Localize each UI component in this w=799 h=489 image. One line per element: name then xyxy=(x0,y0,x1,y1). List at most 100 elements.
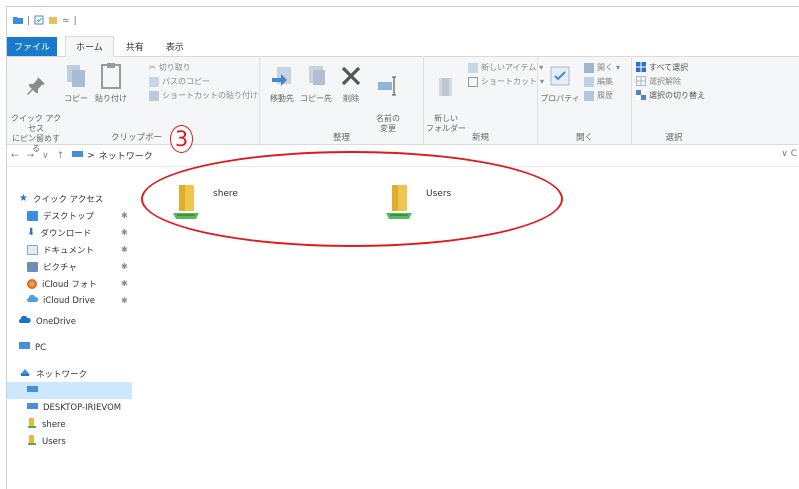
sidebar-item-shere[interactable]: shere xyxy=(7,416,132,433)
properties-qa-icon[interactable] xyxy=(34,15,44,28)
newfolder-qa-icon[interactable] xyxy=(48,15,58,28)
sidebar-item-documents[interactable]: ドキュメント ✱ xyxy=(7,241,132,258)
open-label: 開く xyxy=(597,63,613,72)
clipboard-icon xyxy=(98,61,124,91)
title-separator-2: | xyxy=(73,16,77,26)
delete-button[interactable]: 削除 xyxy=(334,61,368,104)
desktop-icon xyxy=(27,210,38,221)
copy-to-label: コピー先 xyxy=(300,94,332,103)
rename-icon xyxy=(375,71,401,101)
ribbon-tabs: ファイル ホーム 共有 表示 xyxy=(7,35,799,57)
step-number-marker: 3 xyxy=(170,125,193,153)
sidebar-item-network[interactable]: ネットワーク xyxy=(7,365,132,382)
sidebar-item-pictures[interactable]: ピクチャ ✱ xyxy=(7,258,132,275)
address-dropdown[interactable]: ∨ C xyxy=(781,149,797,159)
title-bar: | = | xyxy=(7,7,799,35)
sidebar-item-desktop-irievom[interactable]: DESKTOP-IRIEVOM xyxy=(7,399,132,416)
history-label: 履歴 xyxy=(597,91,613,100)
network-icon xyxy=(19,367,31,380)
navigation-pane: ★ クイック アクセス デスクトップ ✱ ⬇ ダウンロード ✱ ドキュメント ✱… xyxy=(7,169,132,489)
copy-to-button[interactable]: コピー先 xyxy=(298,61,334,104)
breadcrumb[interactable]: > ネットワーク xyxy=(72,149,153,162)
onedrive-cloud-icon xyxy=(19,315,31,327)
cut-button[interactable]: ✂ 切り取り xyxy=(149,61,191,74)
invert-selection-label: 選択の切り替え xyxy=(649,91,705,100)
select-none-button[interactable]: 選択解除 xyxy=(636,75,681,88)
copy-to-icon xyxy=(303,61,329,91)
copy-path-label: パスのコピー xyxy=(162,77,210,86)
edit-button[interactable]: 編集 xyxy=(584,75,613,88)
organize-group-label: 整理 xyxy=(332,133,350,143)
paste-shortcut-icon xyxy=(149,90,159,101)
tab-share[interactable]: 共有 xyxy=(116,37,154,56)
sidebar-item-label: ドキュメント xyxy=(43,245,95,256)
sidebar-item-onedrive[interactable]: OneDrive xyxy=(7,313,132,330)
invert-selection-button[interactable]: 選択の切り替え xyxy=(636,89,705,102)
star-icon: ★ xyxy=(19,193,28,204)
breadcrumb-network[interactable]: ネットワーク xyxy=(99,149,153,162)
delete-label: 削除 xyxy=(343,94,359,103)
new-folder-button[interactable]: 新しい フォルダー xyxy=(426,61,466,134)
paste-button[interactable]: 貼り付け xyxy=(91,61,131,104)
pin-icon: ✱ xyxy=(121,211,128,220)
select-none-icon xyxy=(636,75,646,88)
paste-label: 貼り付け xyxy=(95,94,127,103)
sidebar-item-desktop[interactable]: デスクトップ ✱ xyxy=(7,207,132,224)
sidebar-item-label: iCloud フォト xyxy=(42,279,97,290)
copy-icon xyxy=(63,61,89,91)
breadcrumb-separator: > xyxy=(87,150,95,161)
pin-icon: ✱ xyxy=(121,262,128,271)
sidebar-item-users[interactable]: Users xyxy=(7,433,132,450)
rename-button[interactable]: 名前の 変更 xyxy=(368,61,408,134)
select-all-label: すべて選択 xyxy=(649,63,689,72)
select-group-label: 選択 xyxy=(665,133,683,143)
edit-icon xyxy=(584,76,594,87)
chevron-down-icon: ▾ xyxy=(616,63,621,72)
move-to-label: 移動先 xyxy=(270,94,294,103)
select-none-label: 選択解除 xyxy=(649,77,681,86)
copy-label: コピー xyxy=(64,94,88,103)
pin-quick-access-button[interactable]: クイック アクセス にピン留めする xyxy=(9,61,63,154)
pictures-icon xyxy=(27,261,38,272)
sidebar-item-label: DESKTOP-IRIEVOM xyxy=(43,402,122,413)
sidebar-item-quick-access[interactable]: ★ クイック アクセス xyxy=(7,190,132,207)
open-group-label: 開く xyxy=(575,133,593,143)
sidebar-item-label: Users xyxy=(42,436,66,447)
pin-icon: ✱ xyxy=(121,245,128,254)
properties-icon xyxy=(547,61,573,91)
cloud-icon xyxy=(27,294,39,306)
shortcut-icon xyxy=(468,76,478,87)
download-icon: ⬇ xyxy=(27,227,36,238)
paste-shortcut-button[interactable]: ショートカットの貼り付け xyxy=(149,89,258,102)
open-group: プロパティ 開く ▾ 編集 履歴 開く xyxy=(538,57,632,145)
edit-label: 編集 xyxy=(597,77,613,86)
properties-button[interactable]: プロパティ xyxy=(538,61,582,104)
document-icon xyxy=(27,244,38,255)
sidebar-item-network-host[interactable] xyxy=(7,382,132,399)
easy-access-button[interactable]: ショートカット ▾ xyxy=(468,75,544,88)
pin-label: クイック アクセス にピン留めする xyxy=(10,114,62,153)
sidebar-item-label: PC xyxy=(35,342,47,353)
sidebar-item-label: ネットワーク xyxy=(36,369,88,380)
tab-home[interactable]: ホーム xyxy=(65,36,114,57)
delete-icon xyxy=(338,61,364,91)
sidebar-item-icloud-drive[interactable]: iCloud Drive ✱ xyxy=(7,292,132,309)
folder-icon[interactable] xyxy=(13,15,23,27)
copy-path-button[interactable]: パスのコピー xyxy=(149,75,210,88)
move-to-button[interactable]: 移動先 xyxy=(264,61,300,104)
open-button[interactable]: 開く ▾ xyxy=(584,61,620,74)
copy-button[interactable]: コピー xyxy=(59,61,93,104)
sidebar-item-downloads[interactable]: ⬇ ダウンロード ✱ xyxy=(7,224,132,241)
pin-icon xyxy=(23,71,49,101)
icloud-photos-icon xyxy=(27,278,37,289)
sidebar-item-label: クイック アクセス xyxy=(32,194,104,205)
new-item-button[interactable]: 新しいアイテム ▾ xyxy=(468,61,543,74)
sidebar-item-pc[interactable]: PC xyxy=(7,339,132,356)
tab-view[interactable]: 表示 xyxy=(156,37,194,56)
tab-file[interactable]: ファイル xyxy=(7,37,58,56)
select-group: すべて選択 選択解除 選択の切り替え 選択 xyxy=(632,57,716,145)
qa-dropdown[interactable]: = xyxy=(62,16,70,26)
history-button[interactable]: 履歴 xyxy=(584,89,613,102)
sidebar-item-icloud-photos[interactable]: iCloud フォト ✱ xyxy=(7,275,132,292)
select-all-button[interactable]: すべて選択 xyxy=(636,61,688,74)
